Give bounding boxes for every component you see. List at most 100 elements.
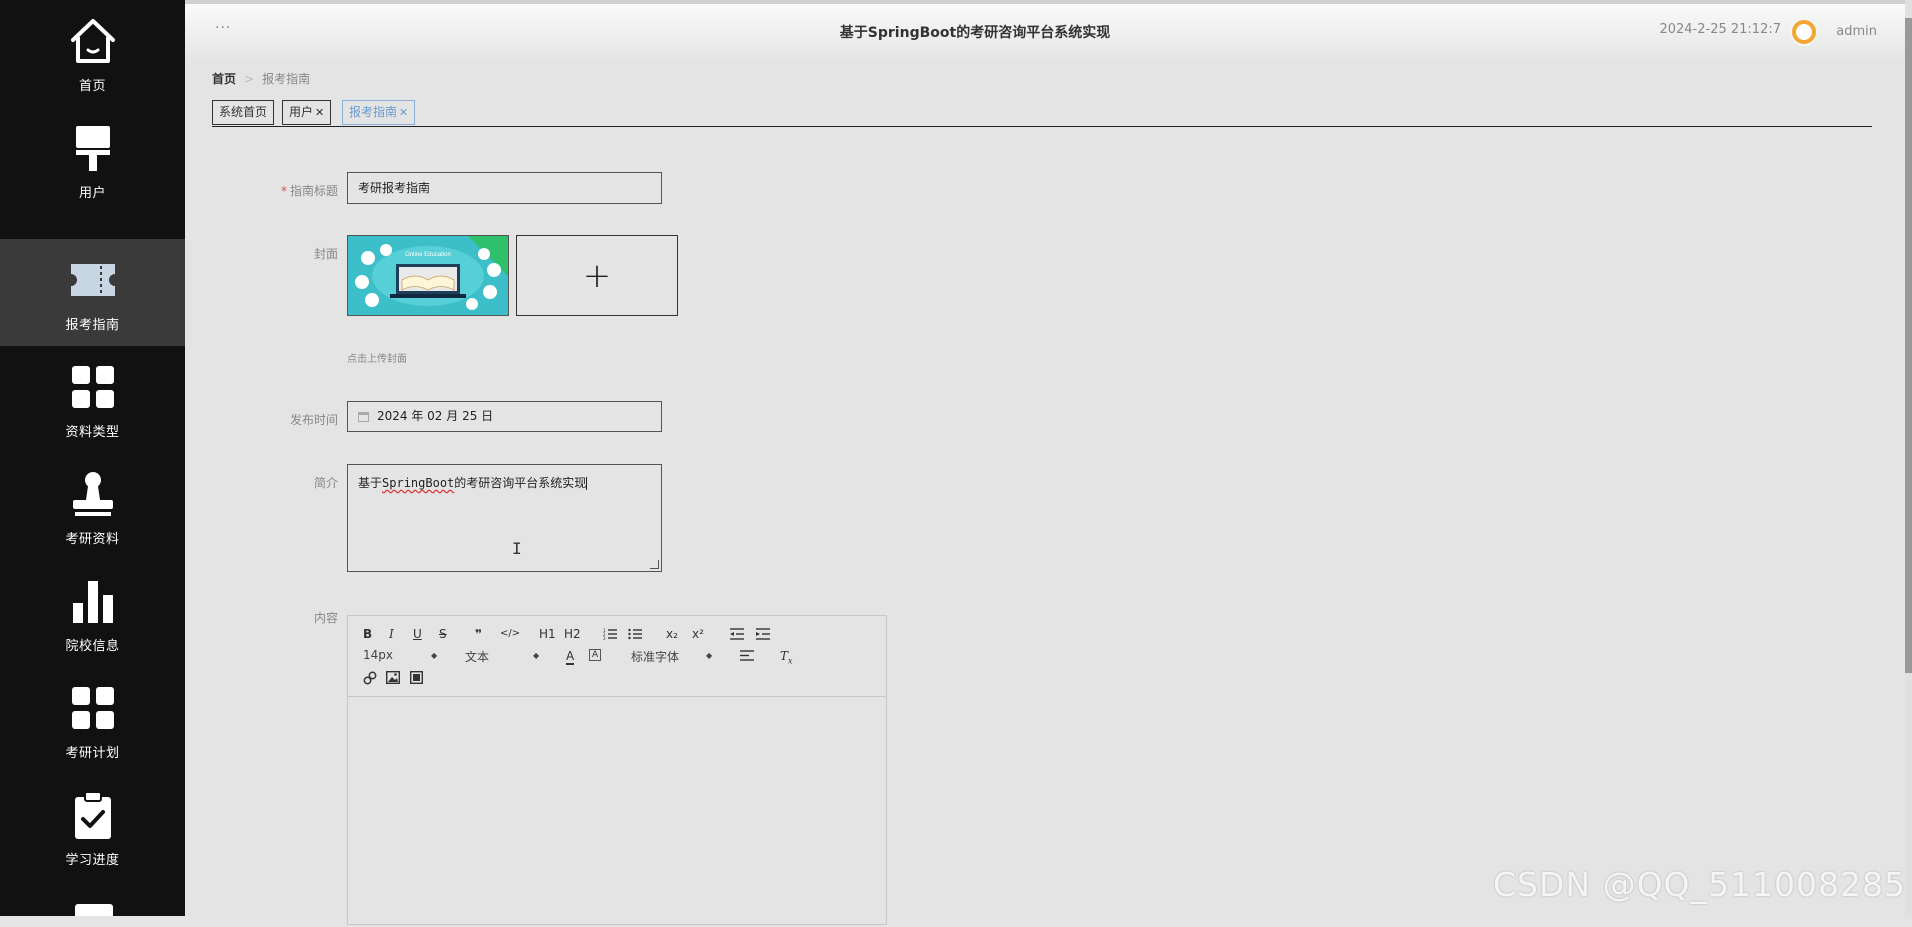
- breadcrumb-separator: >: [244, 72, 255, 86]
- font-family-select[interactable]: 标准字体 ◆: [631, 648, 713, 665]
- plus-icon: +: [582, 255, 612, 296]
- font-size-select[interactable]: 14px ◆: [363, 648, 438, 662]
- watermark: CSDN @QQ_511008285: [1493, 865, 1906, 904]
- clear-format-icon[interactable]: Tx: [780, 649, 793, 668]
- sidebar: 首页 用户 报考指南 资料类型 考研资料 院校信息 考研计划 学习进度: [0, 0, 185, 916]
- sidebar-item-school[interactable]: 院校信息: [0, 560, 185, 667]
- select-arrow-icon: ◆: [706, 651, 713, 660]
- sidebar-item-label: 资料类型: [65, 425, 120, 440]
- sidebar-item-guide[interactable]: 报考指南: [0, 239, 185, 346]
- date-label: 发布时间: [289, 413, 338, 427]
- upload-hint: 点击上传封面: [347, 354, 407, 365]
- breadcrumb-current: 报考指南: [262, 72, 311, 86]
- upload-cover-button[interactable]: +: [516, 235, 678, 316]
- bold-button[interactable]: B: [363, 627, 372, 641]
- scrollbar-thumb[interactable]: [1905, 18, 1912, 673]
- cover-label: 封面: [313, 247, 338, 261]
- text-caret: [586, 477, 588, 490]
- background-color-button[interactable]: A: [589, 649, 602, 661]
- tab-label: 系统首页: [219, 105, 268, 119]
- tab-guide[interactable]: 报考指南 ✕: [342, 100, 416, 125]
- editor-content-area[interactable]: [348, 697, 886, 927]
- sidebar-item-plan[interactable]: 考研计划: [0, 667, 185, 774]
- date-picker[interactable]: 2024 年 02 月 25 日: [347, 401, 662, 432]
- cover-image[interactable]: Online Education: [347, 235, 509, 316]
- sidebar-item-user[interactable]: 用户: [0, 107, 185, 214]
- align-icon[interactable]: [740, 649, 754, 662]
- close-icon[interactable]: ✕: [399, 106, 408, 119]
- tab-home[interactable]: 系统首页: [212, 100, 275, 125]
- content-label: 内容: [313, 611, 338, 625]
- breadcrumb-home[interactable]: 首页: [212, 72, 236, 86]
- sidebar-item-label: 首页: [78, 79, 106, 94]
- subscript-button[interactable]: x₂: [666, 627, 678, 641]
- sidebar-item-label: 用户: [78, 186, 106, 201]
- blockquote-button[interactable]: ❞: [475, 627, 482, 641]
- header: ··· 基于SpringBoot的考研咨询平台系统实现 2024-2-25 21…: [185, 0, 1905, 58]
- sidebar-item-label: 考研计划: [65, 746, 120, 761]
- bullet-list-icon[interactable]: [628, 627, 642, 641]
- indent-icon[interactable]: [756, 627, 770, 641]
- stamp-icon: [72, 472, 113, 516]
- grid-icon: [71, 687, 114, 729]
- required-mark: *: [280, 184, 287, 198]
- clipboard-check-icon: [74, 791, 111, 839]
- calendar-icon: [358, 411, 369, 422]
- avatar-face-icon: [1796, 24, 1812, 40]
- strike-button[interactable]: S: [439, 627, 447, 641]
- sidebar-item-progress[interactable]: 学习进度: [0, 774, 185, 881]
- underline-button[interactable]: U: [413, 627, 422, 641]
- intro-label: 简介: [313, 476, 338, 490]
- sidebar-item-label: 学习进度: [65, 853, 120, 868]
- spellcheck-word: SpringBoot: [382, 476, 455, 490]
- cover-image-text: Online Education: [405, 252, 451, 258]
- grid-icon: [71, 366, 114, 408]
- header-datetime: 2024-2-25 21:12:7: [1659, 22, 1781, 37]
- close-icon[interactable]: ✕: [315, 106, 324, 119]
- tab-label: 用户: [289, 105, 314, 119]
- sidebar-item-label: 院校信息: [65, 639, 120, 654]
- online-education-illustration: Online Education: [348, 236, 508, 315]
- image-icon[interactable]: [386, 671, 400, 684]
- link-icon[interactable]: [363, 671, 377, 685]
- ordered-list-icon[interactable]: 123: [603, 627, 617, 641]
- select-arrow-icon: ◆: [533, 651, 540, 660]
- sidebar-item-more-partial[interactable]: [75, 904, 113, 916]
- intro-textarea[interactable]: 基于SpringBoot的考研咨询平台系统实现: [347, 464, 662, 572]
- title-input[interactable]: 考研报考指南: [347, 172, 662, 204]
- sidebar-item-label: 考研资料: [65, 532, 120, 547]
- i-beam-cursor-icon: I: [512, 539, 522, 558]
- tab-bar: 系统首页 用户 ✕ 报考指南 ✕: [212, 100, 1872, 127]
- page-scrollbar[interactable]: [1905, 0, 1912, 916]
- outdent-icon[interactable]: [730, 627, 744, 641]
- header1-button[interactable]: H1: [539, 627, 556, 641]
- tab-user[interactable]: 用户 ✕: [282, 100, 332, 125]
- editor-toolbar: B I U S ❞ </> H1 H2 123 x₂ x² 14px ◆ 文本 ◆ …: [348, 616, 886, 697]
- title-label: * 指南标题: [280, 184, 338, 198]
- intro-text: 基于SpringBoot的考研咨询平台系统实现: [358, 476, 587, 490]
- rich-text-editor[interactable]: B I U S ❞ </> H1 H2 123 x₂ x² 14px ◆ 文本 ◆ …: [347, 615, 887, 925]
- code-block-button[interactable]: </>: [500, 627, 520, 641]
- page-title: 基于SpringBoot的考研咨询平台系统实现: [839, 25, 1111, 41]
- resize-handle[interactable]: [650, 560, 659, 569]
- select-arrow-icon: ◆: [431, 651, 438, 660]
- svg-text:3: 3: [603, 636, 606, 641]
- video-icon[interactable]: [410, 671, 423, 684]
- username[interactable]: admin: [1836, 24, 1877, 39]
- sidebar-item-home[interactable]: 首页: [0, 0, 185, 107]
- tab-label: 报考指南: [349, 105, 398, 119]
- breadcrumb: 首页 > 报考指南: [212, 70, 310, 87]
- italic-button[interactable]: I: [389, 627, 394, 641]
- home-icon: [70, 19, 115, 63]
- bar-chart-icon: [72, 581, 113, 623]
- sidebar-item-label: 报考指南: [65, 318, 120, 333]
- font-color-button[interactable]: A: [566, 649, 575, 665]
- avatar[interactable]: [1790, 18, 1818, 46]
- sidebar-item-material[interactable]: 考研资料: [0, 453, 185, 560]
- header2-button[interactable]: H2: [564, 627, 581, 641]
- superscript-button[interactable]: x²: [692, 627, 704, 641]
- brush-icon: [75, 126, 110, 171]
- ticket-icon: [70, 264, 115, 296]
- header-select[interactable]: 文本 ◆: [465, 648, 540, 665]
- sidebar-item-material-type[interactable]: 资料类型: [0, 346, 185, 453]
